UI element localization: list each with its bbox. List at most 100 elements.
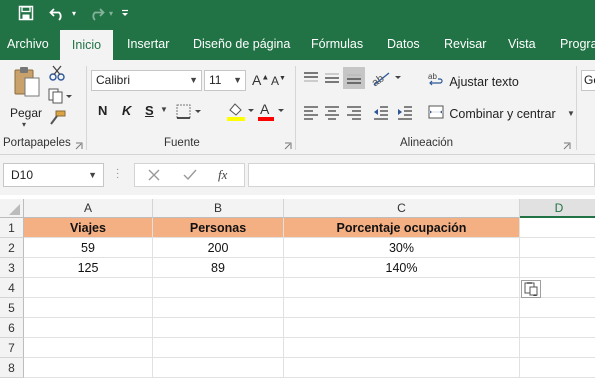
cell-a4[interactable] [24,278,153,298]
cell-d2[interactable] [520,238,595,258]
tab-revisar[interactable]: Revisar [444,28,486,60]
underline-button[interactable]: S [145,103,154,118]
undo-icon[interactable] [46,2,70,24]
font-group-label: Fuente [164,137,200,149]
align-center-icon[interactable] [323,104,341,123]
align-right-icon[interactable] [345,104,363,123]
cancel-icon [147,168,161,185]
select-all-corner[interactable] [0,199,24,218]
row-header-2[interactable]: 2 [0,238,24,258]
cell-a2[interactable]: 59 [24,238,153,258]
tab-formulas[interactable]: Fórmulas [311,28,363,60]
cell-c4[interactable] [284,278,520,298]
row-header-3[interactable]: 3 [0,258,24,278]
row-header-4[interactable]: 4 [0,278,24,298]
font-size-select[interactable]: 11 ▼ [204,70,246,91]
save-icon[interactable] [14,2,38,24]
insert-function-button[interactable]: fx [218,167,227,183]
increase-font-icon[interactable]: A▲ [252,72,269,88]
underline-dropdown-icon[interactable]: ▼ [160,105,168,114]
cell-b2[interactable]: 200 [153,238,284,258]
alignment-launcher-icon[interactable] [563,139,571,153]
fill-color-icon[interactable] [226,100,256,125]
formula-input[interactable] [248,163,595,187]
cell-a6[interactable] [24,318,153,338]
align-bottom-icon[interactable] [343,67,365,89]
cut-icon[interactable] [48,65,66,84]
cell-d3[interactable] [520,258,595,278]
cell-b6[interactable] [153,318,284,338]
font-color-icon[interactable]: A [257,100,287,125]
bold-button[interactable]: N [98,103,107,118]
decrease-font-icon[interactable]: A▼ [271,74,286,88]
tab-insertar[interactable]: Insertar [127,28,169,60]
cell-b8[interactable] [153,358,284,378]
cell-b7[interactable] [153,338,284,358]
tab-diseno-pagina[interactable]: Diseño de página [193,28,290,60]
merge-center-button[interactable]: Combinar y centrar ▼ [428,104,575,122]
align-left-icon[interactable] [302,104,320,123]
column-header-d[interactable]: D [520,199,595,218]
wrap-text-button[interactable]: ab Ajustar texto [428,72,519,90]
cell-c3[interactable]: 140% [284,258,520,278]
column-header-b[interactable]: B [153,199,284,218]
cell-b1[interactable]: Personas [153,218,284,238]
cell-d5[interactable] [520,298,595,318]
row-header-6[interactable]: 6 [0,318,24,338]
italic-button[interactable]: K [122,103,131,118]
cell-d6[interactable] [520,318,595,338]
clipboard-launcher-icon[interactable] [75,139,83,153]
tab-programador[interactable]: Progra [560,28,595,60]
paste-options-icon [524,282,538,296]
cell-b5[interactable] [153,298,284,318]
cell-a8[interactable] [24,358,153,378]
cell-a7[interactable] [24,338,153,358]
row-header-8[interactable]: 8 [0,358,24,378]
paste-label: Pegar [10,106,43,120]
row-header-1[interactable]: 1 [0,218,24,238]
format-painter-icon[interactable] [48,110,66,129]
cell-c2[interactable]: 30% [284,238,520,258]
cell-a1[interactable]: Viajes [24,218,153,238]
cell-c8[interactable] [284,358,520,378]
chevron-down-icon[interactable]: ▼ [567,109,575,118]
cell-a3[interactable]: 125 [24,258,153,278]
cell-d7[interactable] [520,338,595,358]
align-top-icon[interactable] [302,70,320,89]
copy-icon[interactable] [48,88,74,107]
cell-c5[interactable] [284,298,520,318]
separator [86,66,87,150]
cell-b4[interactable] [153,278,284,298]
cell-d8[interactable] [520,358,595,378]
tab-vista[interactable]: Vista [508,28,536,60]
paste-button[interactable]: Pegar ▾ [6,66,44,129]
clipboard-group-label: Portapapeles [3,137,71,149]
tab-inicio[interactable]: Inicio [60,30,113,60]
column-header-c[interactable]: C [284,199,520,218]
formula-bar-splitter-icon[interactable]: · · · [116,165,119,183]
cell-c1[interactable]: Porcentaje ocupación [284,218,520,238]
tab-datos[interactable]: Datos [387,28,420,60]
row-header-5[interactable]: 5 [0,298,24,318]
decrease-indent-icon[interactable] [372,104,390,123]
cell-c6[interactable] [284,318,520,338]
tab-archivo[interactable]: Archivo [7,28,49,60]
undo-dropdown-icon[interactable]: ▾ [69,2,79,24]
row-header-7[interactable]: 7 [0,338,24,358]
customize-qat-icon[interactable] [119,2,131,24]
increase-indent-icon[interactable] [396,104,414,123]
cell-c7[interactable] [284,338,520,358]
column-header-a[interactable]: A [24,199,153,218]
font-launcher-icon[interactable] [284,139,292,153]
name-box[interactable]: D10 ▼ [3,163,104,187]
number-format-select[interactable]: Ge [581,70,595,91]
font-name-select[interactable]: Calibri ▼ [91,70,202,91]
paste-options-button[interactable] [521,280,541,298]
cell-b3[interactable]: 89 [153,258,284,278]
borders-icon[interactable] [176,104,206,123]
align-middle-icon[interactable] [323,70,341,89]
cell-d1[interactable] [520,218,595,238]
orientation-icon[interactable]: ab [369,69,405,90]
cell-a5[interactable] [24,298,153,318]
separator [576,66,577,150]
